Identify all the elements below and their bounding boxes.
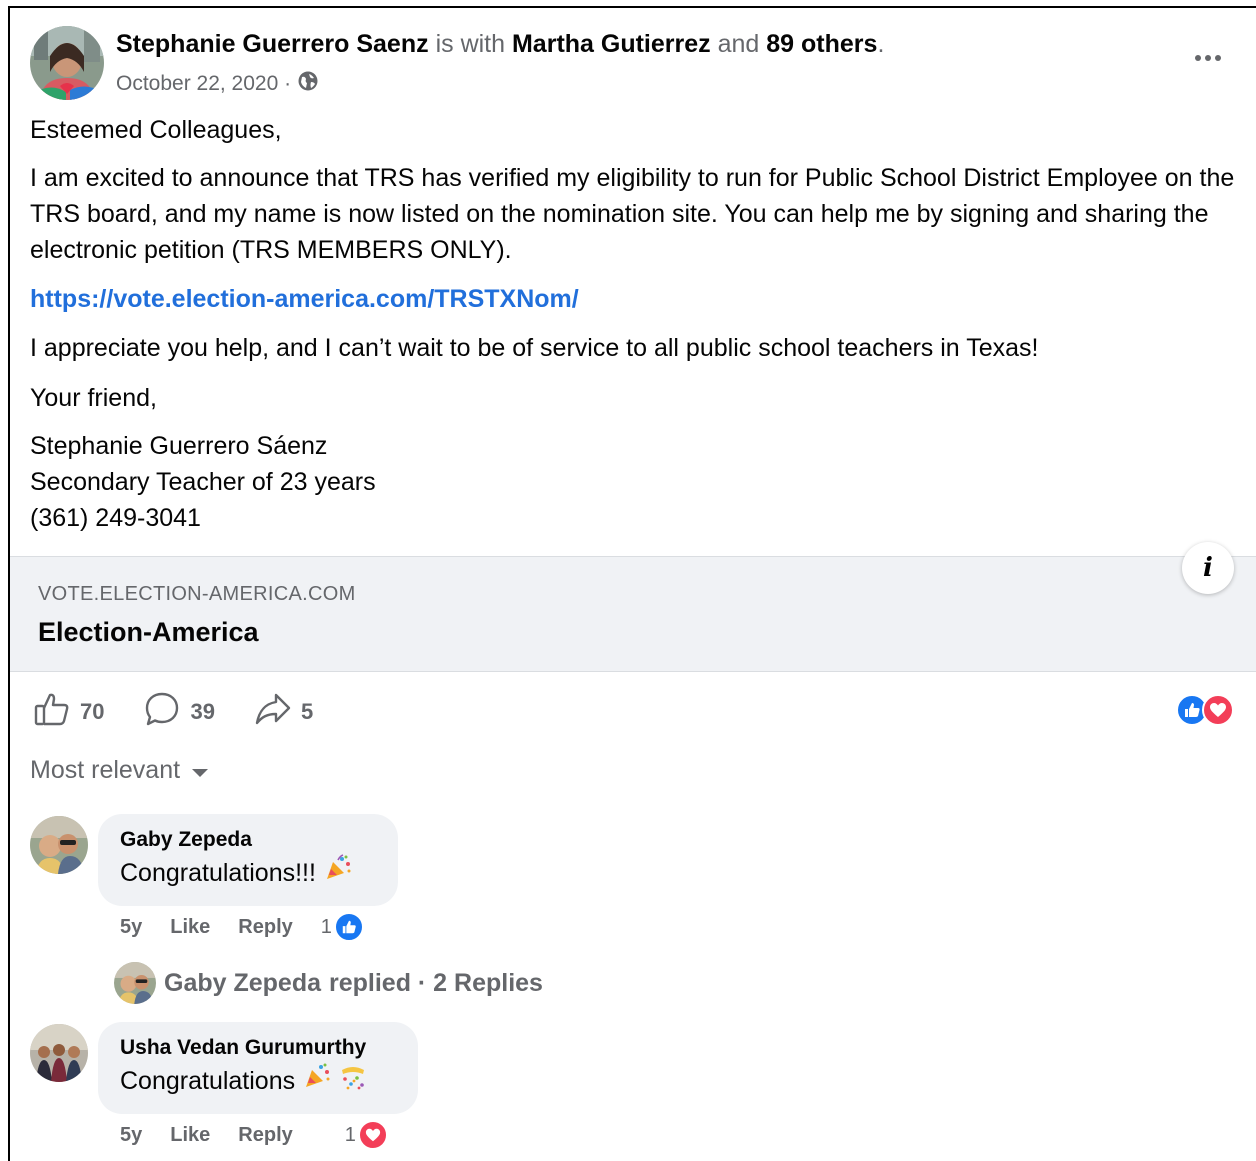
signature-title: Secondary Teacher of 23 years xyxy=(30,468,376,496)
view-replies-link[interactable]: Gaby Zepeda replied · 2 Replies xyxy=(114,962,543,1004)
love-reaction-icon xyxy=(1202,694,1234,726)
author-avatar[interactable] xyxy=(30,26,104,100)
thumbs-up-icon xyxy=(34,692,70,732)
tagged-others[interactable]: 89 others xyxy=(766,30,877,58)
comment-like-button[interactable]: Like xyxy=(170,916,210,939)
comment-body: Congratulations xyxy=(120,1067,296,1095)
comment-bubble: Usha Vedan Gurumurthy Congratulations xyxy=(98,1022,418,1114)
love-reaction-icon[interactable] xyxy=(357,1120,388,1150)
comment-button[interactable]: 39 xyxy=(144,691,215,733)
preview-title: Election-America xyxy=(38,617,259,647)
comment-actions: 5y Like Reply 1 xyxy=(120,1120,388,1150)
like-count: 70 xyxy=(80,699,105,724)
post-meta: October 22, 2020 · xyxy=(116,70,319,98)
reaction-summary[interactable] xyxy=(1176,694,1234,726)
share-icon xyxy=(255,692,291,732)
replier-name: Gaby Zepeda xyxy=(164,968,321,997)
comment-count: 39 xyxy=(190,699,215,724)
share-count: 5 xyxy=(300,699,314,724)
commenter-name[interactable]: Gaby Zepeda xyxy=(120,826,376,854)
confetti-ball-icon xyxy=(339,1062,367,1100)
comment-like-button[interactable]: Like xyxy=(170,1124,210,1147)
comment-reaction-count: 1 xyxy=(320,915,332,938)
post-closing: Your friend, xyxy=(30,384,157,412)
comment-body: Congratulations!!! xyxy=(120,859,316,887)
signature-phone: (361) 249-3041 xyxy=(30,504,201,532)
commenter-name[interactable]: Usha Vedan Gurumurthy xyxy=(120,1034,396,1062)
commenter-avatar[interactable] xyxy=(30,1024,88,1082)
like-reaction-icon[interactable] xyxy=(333,912,364,942)
facebook-post: Stephanie Guerrero Saenz is with Martha … xyxy=(8,6,1256,1161)
comment-age[interactable]: 5y xyxy=(120,916,142,939)
and-text: and xyxy=(717,30,760,58)
commenter-avatar[interactable] xyxy=(30,816,88,874)
author-name[interactable]: Stephanie Guerrero Saenz xyxy=(116,30,429,58)
action-bar: 70 39 5 xyxy=(34,692,353,732)
post-appreciation: I appreciate you help, and I can’t wait … xyxy=(30,334,1039,362)
comment-text: Congratulations!!! xyxy=(120,854,376,892)
comment-bubble: Gaby Zepeda Congratulations!!! xyxy=(98,814,398,906)
sort-label: Most relevant xyxy=(30,756,181,784)
preview-domain: VOTE.ELECTION-AMERICA.COM xyxy=(38,583,356,605)
post-header: Stephanie Guerrero Saenz is with Martha … xyxy=(116,30,884,59)
comment-age[interactable]: 5y xyxy=(120,1124,142,1147)
comment-reaction-count: 1 xyxy=(344,1123,356,1146)
post-paragraph: I am excited to announce that TRS has ve… xyxy=(30,164,1235,264)
with-text: is with xyxy=(435,30,506,58)
comment-text: Congratulations xyxy=(120,1062,396,1100)
share-button[interactable]: 5 xyxy=(255,692,313,732)
tagged-user[interactable]: Martha Gutierrez xyxy=(512,30,711,58)
comment-actions: 5y Like Reply 1 xyxy=(120,912,364,942)
party-popper-icon xyxy=(303,1062,331,1100)
info-icon[interactable]: i xyxy=(1182,542,1234,594)
comment-sort-dropdown[interactable]: Most relevant xyxy=(30,756,209,785)
link-preview[interactable]: VOTE.ELECTION-AMERICA.COM Election-Ameri… xyxy=(10,556,1256,672)
replies-count: replied · 2 Replies xyxy=(329,968,543,997)
post-greeting: Esteemed Colleagues, xyxy=(30,116,282,144)
party-popper-icon xyxy=(324,854,352,892)
header-period: . xyxy=(877,30,885,58)
post-link[interactable]: https://vote.election-america.com/TRSTXN… xyxy=(30,281,1252,317)
replier-avatar xyxy=(114,962,156,1004)
like-button[interactable]: 70 xyxy=(34,692,104,732)
chevron-down-icon xyxy=(192,768,209,777)
comment-reply-button[interactable]: Reply xyxy=(238,1124,292,1147)
signature-name: Stephanie Guerrero Sáenz xyxy=(30,432,328,460)
post-date[interactable]: October 22, 2020 · xyxy=(116,72,291,96)
more-options-icon[interactable] xyxy=(1188,46,1228,70)
globe-icon xyxy=(297,70,319,98)
comment-icon xyxy=(144,691,180,733)
comment-reply-button[interactable]: Reply xyxy=(238,916,292,939)
